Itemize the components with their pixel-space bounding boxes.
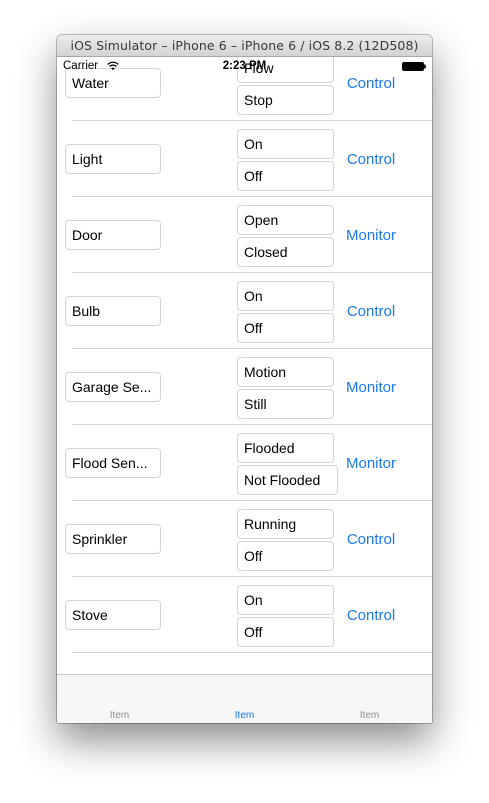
list-row-door: Door Open Closed Monitor [57, 197, 432, 273]
device-name-field[interactable]: Sprinkler [65, 524, 161, 554]
device-name-field[interactable]: Flood Sen... [65, 448, 161, 478]
device-name-field[interactable]: Garage Se... [65, 372, 161, 402]
list-row-bulb: Bulb On Off Control [57, 273, 432, 349]
state-on-field[interactable]: On [237, 281, 334, 311]
device-name-field[interactable]: Stove [65, 600, 161, 630]
tab-item-3[interactable]: Item [307, 710, 432, 721]
state-on-field[interactable]: Flooded [237, 433, 334, 463]
tab-bar: Item Item Item [57, 674, 432, 723]
action-button[interactable]: Control [329, 301, 413, 323]
list-row-garage-sensor: Garage Se... Motion Still Monitor [57, 349, 432, 425]
state-off-field[interactable]: Off [237, 541, 334, 571]
state-on-field[interactable]: Running [237, 509, 334, 539]
state-off-field[interactable]: Off [237, 313, 334, 343]
status-bar: Carrier 2:23 PM [57, 57, 432, 77]
state-off-field[interactable]: Still [237, 389, 334, 419]
device-screen: Water Flow Stop Control Light On Off Con… [57, 57, 432, 723]
window-title: iOS Simulator – iPhone 6 – iPhone 6 / iO… [57, 35, 432, 57]
state-on-field[interactable]: Open [237, 205, 334, 235]
list-row-light: Light On Off Control [57, 121, 432, 197]
state-off-field[interactable]: Off [237, 161, 334, 191]
state-on-field[interactable]: On [237, 129, 334, 159]
state-on-field[interactable]: Motion [237, 357, 334, 387]
state-off-field[interactable]: Stop [237, 85, 334, 115]
action-button[interactable]: Control [329, 529, 413, 551]
list-row-flood-sensor: Flood Sen... Flooded Not Flooded Monitor [57, 425, 432, 501]
state-off-field[interactable]: Closed [237, 237, 334, 267]
list-row-stove: Stove On Off Control [57, 577, 432, 653]
action-button[interactable]: Monitor [329, 453, 413, 475]
state-off-field[interactable]: Not Flooded [237, 465, 338, 495]
status-time: 2:23 PM [222, 60, 267, 72]
battery-icon [402, 62, 426, 71]
state-off-field[interactable]: Off [237, 617, 334, 647]
device-name-field[interactable]: Bulb [65, 296, 161, 326]
action-button[interactable]: Control [329, 149, 413, 171]
tab-item-1[interactable]: Item [57, 710, 182, 721]
simulator-window: iOS Simulator – iPhone 6 – iPhone 6 / iO… [57, 35, 432, 723]
device-name-field[interactable]: Door [65, 220, 161, 250]
state-on-field[interactable]: On [237, 585, 334, 615]
action-button[interactable]: Monitor [329, 377, 413, 399]
list-row-sprinkler: Sprinkler Running Off Control [57, 501, 432, 577]
tab-item-2[interactable]: Item [182, 710, 307, 721]
device-name-field[interactable]: Light [65, 144, 161, 174]
action-button[interactable]: Monitor [329, 225, 413, 247]
row-separator [72, 652, 432, 653]
action-button[interactable]: Control [329, 605, 413, 627]
